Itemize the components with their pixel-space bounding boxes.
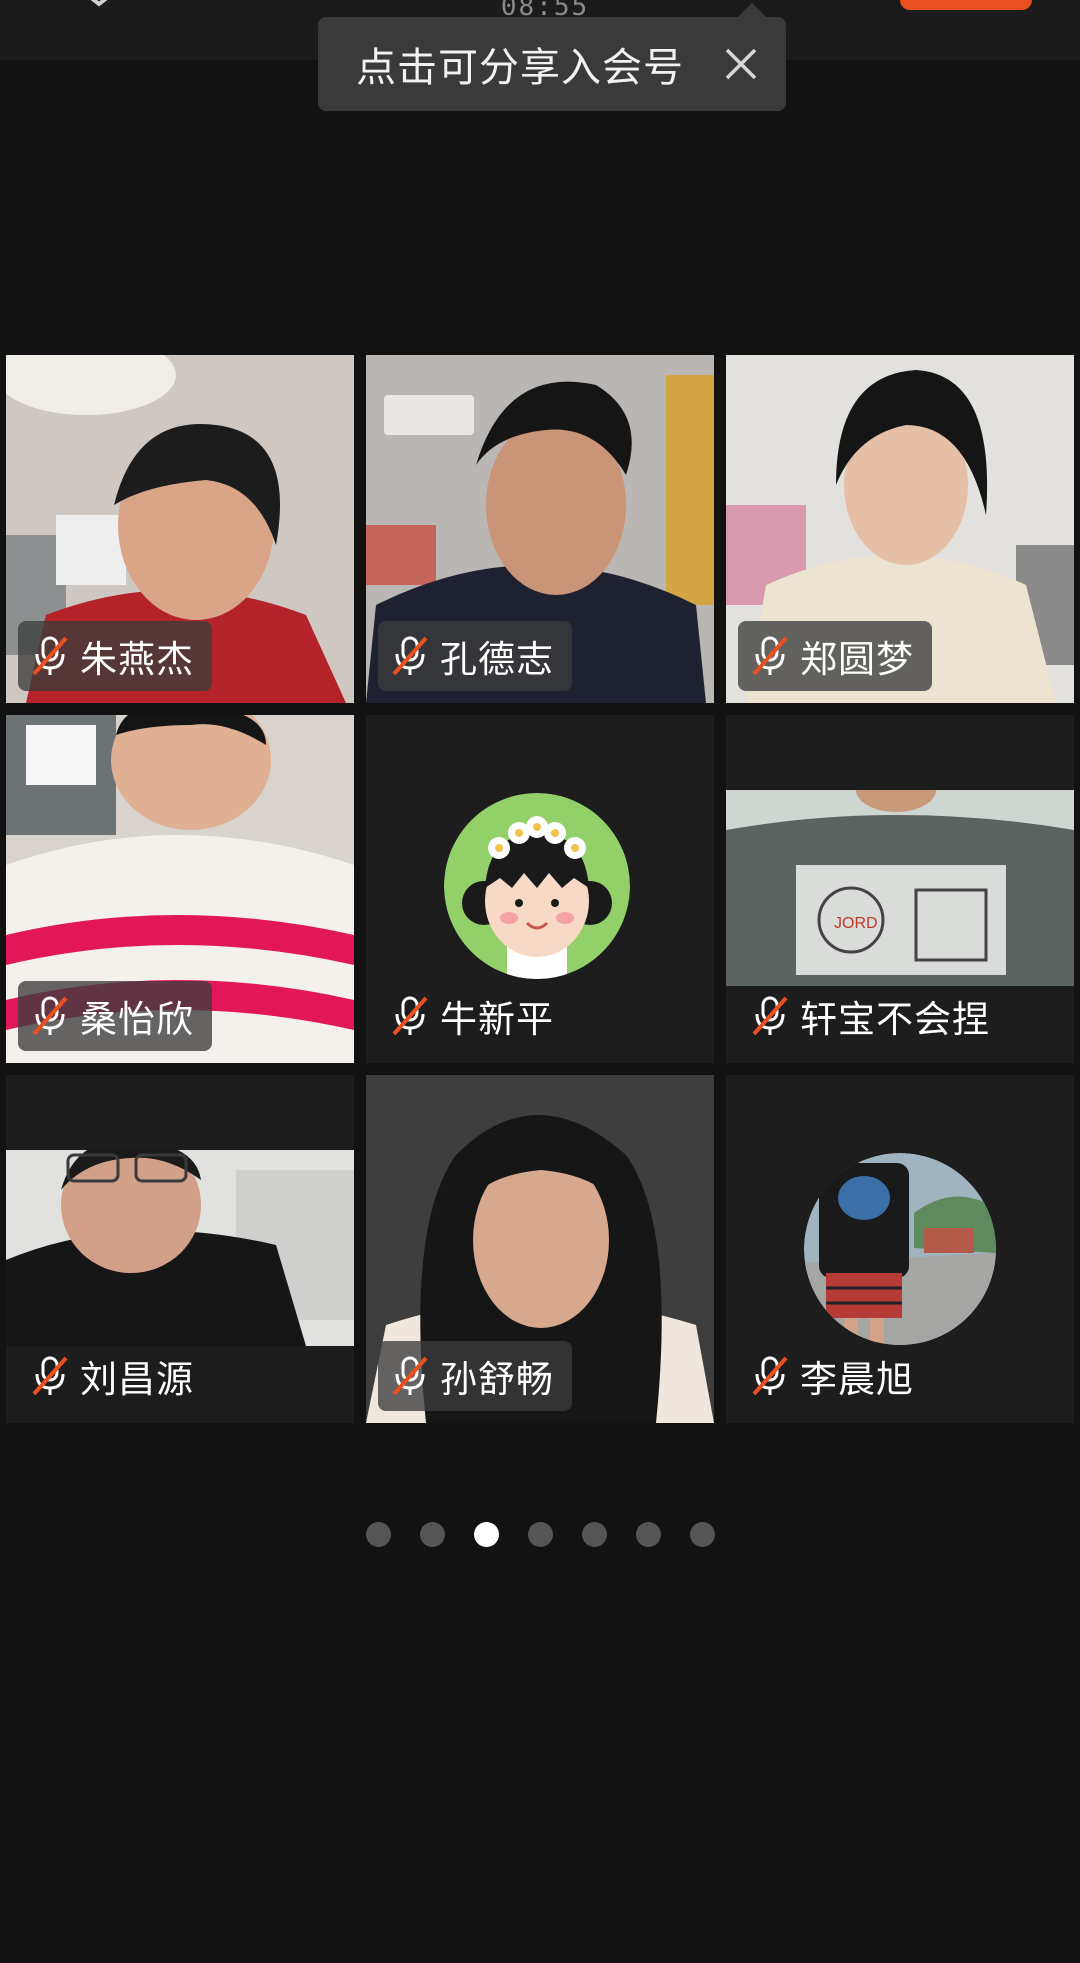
microphone-muted-icon bbox=[392, 636, 428, 676]
participant-name: 孙舒畅 bbox=[440, 1358, 554, 1401]
participant-name: 刘昌源 bbox=[80, 1358, 194, 1401]
participant-tile[interactable]: 李晨旭 bbox=[726, 1075, 1074, 1423]
participant-tile[interactable]: 孔德志 bbox=[366, 355, 714, 703]
participant-tile[interactable]: 孙舒畅 bbox=[366, 1075, 714, 1423]
microphone-muted-icon bbox=[32, 1356, 68, 1396]
participant-tile[interactable]: 刘昌源 bbox=[6, 1075, 354, 1423]
microphone-muted-icon bbox=[392, 1356, 428, 1396]
chevron-down-icon[interactable] bbox=[82, 0, 116, 8]
participant-tile[interactable]: 朱燕杰 bbox=[6, 355, 354, 703]
page-dot[interactable] bbox=[365, 1522, 391, 1547]
participant-name-tag: 牛新平 bbox=[378, 981, 572, 1051]
participant-tile[interactable]: 郑圆梦 bbox=[726, 355, 1074, 703]
page-dot[interactable] bbox=[689, 1522, 715, 1547]
microphone-muted-icon bbox=[392, 996, 428, 1036]
participant-name-tag: 轩宝不会捏 bbox=[738, 981, 1008, 1051]
share-meeting-id-tooltip[interactable]: 点击可分享入会号 bbox=[318, 3, 786, 111]
participant-name: 孔德志 bbox=[440, 638, 554, 681]
microphone-muted-icon bbox=[752, 636, 788, 676]
participant-video: JORD bbox=[726, 790, 1074, 986]
microphone-muted-icon bbox=[752, 996, 788, 1036]
participant-name: 李晨旭 bbox=[800, 1358, 914, 1401]
participant-name-tag: 李晨旭 bbox=[738, 1341, 932, 1411]
page-dot[interactable] bbox=[581, 1522, 607, 1547]
participant-name: 牛新平 bbox=[440, 998, 554, 1041]
participant-tile[interactable]: JORD 轩宝不会捏 bbox=[726, 715, 1074, 1063]
page-dot-active[interactable] bbox=[473, 1522, 499, 1547]
participant-name-tag: 孙舒畅 bbox=[378, 1341, 572, 1411]
participant-name-tag: 刘昌源 bbox=[18, 1341, 212, 1411]
microphone-muted-icon bbox=[752, 1356, 788, 1396]
close-icon[interactable] bbox=[722, 45, 760, 83]
end-meeting-button[interactable] bbox=[900, 0, 1032, 10]
page-dot[interactable] bbox=[527, 1522, 553, 1547]
page-dot[interactable] bbox=[419, 1522, 445, 1547]
cartoon-girl-avatar bbox=[444, 793, 630, 979]
participant-name: 轩宝不会捏 bbox=[800, 998, 990, 1041]
participant-video bbox=[6, 1150, 354, 1346]
microphone-muted-icon bbox=[32, 636, 68, 676]
page-dot[interactable] bbox=[635, 1522, 661, 1547]
participant-tile[interactable]: 桑怡欣 bbox=[6, 715, 354, 1063]
participant-name: 桑怡欣 bbox=[80, 998, 194, 1041]
participant-name-tag: 孔德志 bbox=[378, 621, 572, 691]
photo-avatar bbox=[804, 1153, 996, 1345]
page-indicator bbox=[0, 1522, 1080, 1547]
participant-name-tag: 桑怡欣 bbox=[18, 981, 212, 1051]
participant-name-tag: 郑圆梦 bbox=[738, 621, 932, 691]
meeting-screen: 08:55 点击可分享入会号 朱燕杰 孔德志 郑圆梦 桑怡欣 牛新平 JORD … bbox=[0, 0, 1080, 1963]
participant-name-tag: 朱燕杰 bbox=[18, 621, 212, 691]
tooltip-text: 点击可分享入会号 bbox=[356, 45, 684, 91]
microphone-muted-icon bbox=[32, 996, 68, 1036]
svg-text:JORD: JORD bbox=[834, 915, 878, 932]
participant-name: 朱燕杰 bbox=[80, 638, 194, 681]
participant-tile[interactable]: 牛新平 bbox=[366, 715, 714, 1063]
participant-name: 郑圆梦 bbox=[800, 638, 914, 681]
